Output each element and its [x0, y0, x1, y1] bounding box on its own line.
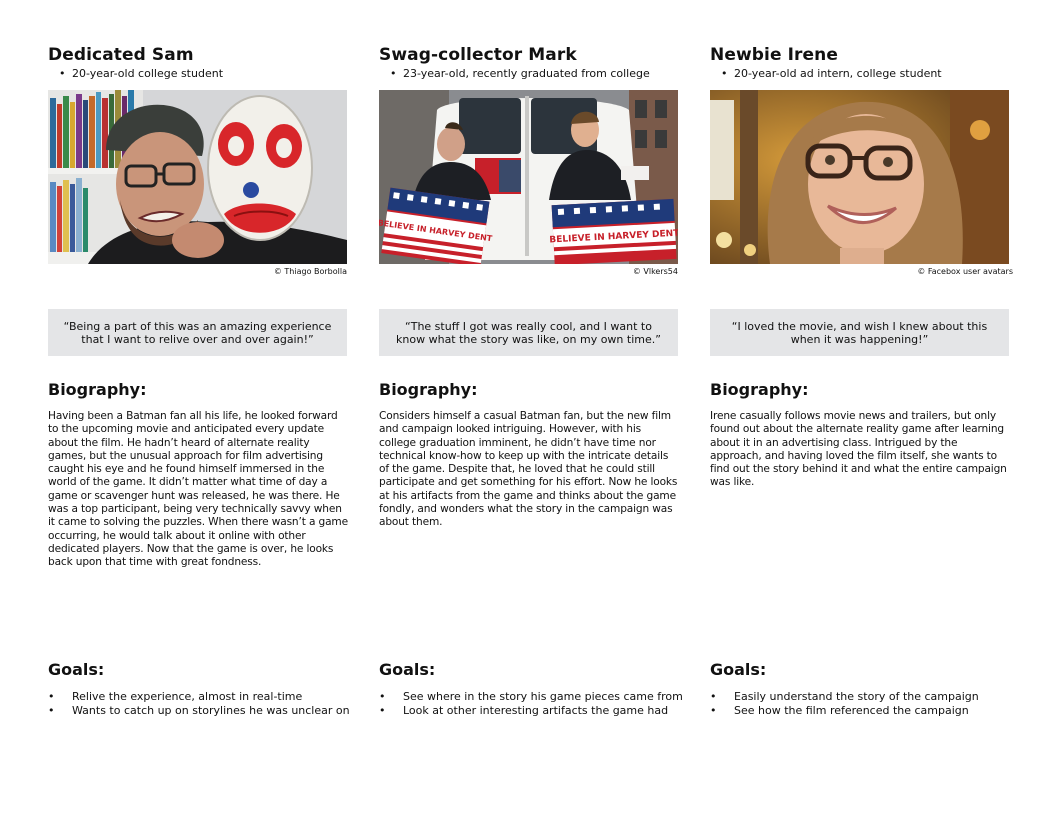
goals-list: • Relive the experience, almost in real-t…	[48, 690, 358, 718]
persona-name: Dedicated Sam	[48, 45, 194, 65]
photo-credit: © Thiago Borbolla	[273, 267, 347, 276]
goal-item: • See how the film referenced the campaig…	[710, 704, 1020, 718]
goals-heading: Goals:	[379, 660, 436, 679]
goal-text: See how the film referenced the campaign	[734, 704, 969, 717]
bullet-glyph: •	[48, 704, 55, 717]
goals-list: • See where in the story his game pieces …	[379, 690, 689, 718]
goal-item: • Wants to catch up on storylines he was …	[48, 704, 358, 718]
persona-subtitle-text: 20-year-old ad intern, college student	[734, 67, 942, 80]
goals-heading: Goals:	[710, 660, 767, 679]
bullet-glyph: •	[59, 67, 66, 80]
persona-quote: “Being a part of this was an amazing exp…	[48, 309, 347, 356]
bullet-glyph: •	[48, 690, 55, 703]
persona-photo-irene	[710, 90, 1009, 264]
persona-quote: “The stuff I got was really cool, and I …	[379, 309, 678, 356]
goal-text: Look at other interesting artifacts the …	[403, 704, 669, 717]
bullet-glyph: •	[379, 704, 386, 717]
persona-subtitle: • 20-year-old college student	[48, 66, 348, 82]
persona-subtitle-text: 23-year-old, recently graduated from col…	[403, 67, 650, 80]
goal-text: Easily understand the story of the campa…	[734, 690, 979, 703]
goal-item: • Relive the experience, almost in real-t…	[48, 690, 358, 704]
bullet-glyph: •	[390, 67, 397, 80]
persona-card-mark: Swag-collector Mark • 23-year-old, recent…	[379, 44, 683, 717]
goal-text: See where in the story his game pieces c…	[403, 690, 683, 703]
photo-credit: © Vlkers54	[632, 267, 678, 276]
bullet-glyph: •	[710, 704, 717, 717]
persona-card-irene: Newbie Irene • 20-year-old ad intern, col…	[710, 44, 1013, 717]
goal-text: Relive the experience, almost in real-ti…	[72, 690, 303, 703]
goals-list: • Easily understand the story of the camp…	[710, 690, 1020, 718]
persona-photo-mark: BELIEVE IN HARVEY DENT BELIEVE IN HARVEY…	[379, 90, 678, 264]
bullet-glyph: •	[710, 690, 717, 703]
biography-heading: Biography:	[379, 380, 478, 399]
biography-text: Considers himself a casual Batman fan, b…	[379, 410, 678, 529]
goal-item: • See where in the story his game pieces …	[379, 690, 689, 704]
bullet-glyph: •	[721, 67, 728, 80]
persona-subtitle: • 20-year-old ad intern, college student	[710, 66, 1010, 82]
goals-heading: Goals:	[48, 660, 105, 679]
persona-quote: “I loved the movie, and wish I knew abou…	[710, 309, 1009, 356]
biography-heading: Biography:	[710, 380, 809, 399]
photo-credit: © Facebox user avatars	[917, 267, 1013, 276]
goal-item: • Easily understand the story of the camp…	[710, 690, 1020, 704]
persona-subtitle-text: 20-year-old college student	[72, 67, 224, 80]
persona-card-sam: Dedicated Sam • 20-year-old college stude…	[48, 44, 350, 717]
bullet-glyph: •	[379, 690, 386, 703]
persona-photo-sam	[48, 90, 347, 264]
biography-heading: Biography:	[48, 380, 147, 399]
goal-text: Wants to catch up on storylines he was u…	[72, 704, 350, 717]
persona-name: Swag-collector Mark	[379, 45, 577, 65]
biography-text: Having been a Batman fan all his life, h…	[48, 410, 348, 569]
persona-subtitle: • 23-year-old, recently graduated from co…	[379, 66, 679, 82]
goal-item: • Look at other interesting artifacts the…	[379, 704, 689, 718]
biography-text: Irene casually follows movie news and tr…	[710, 410, 1007, 489]
persona-name: Newbie Irene	[710, 45, 838, 65]
